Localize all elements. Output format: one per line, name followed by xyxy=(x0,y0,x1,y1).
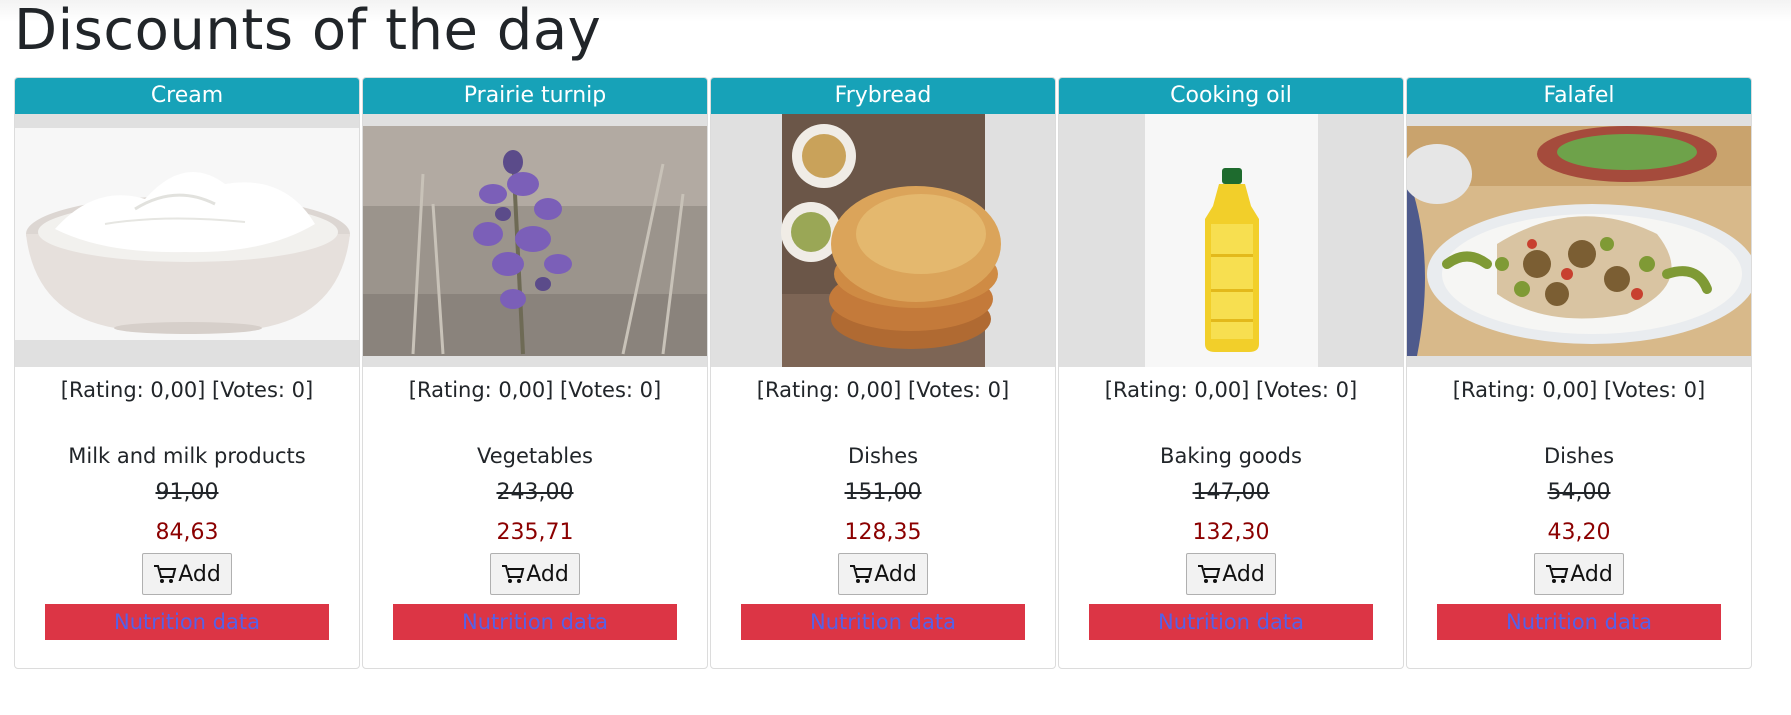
add-to-cart-button[interactable]: Add xyxy=(1534,553,1624,595)
rating-votes: [Rating: 0,00] [Votes: 0] xyxy=(1104,378,1358,402)
product-card-prairie-turnip: Prairie turnip [Rating: 0,00] [Votes: 0]… xyxy=(362,77,708,669)
add-to-cart-button[interactable]: Add xyxy=(142,553,232,595)
add-button-label: Add xyxy=(1570,561,1613,587)
discount-price: 235,71 xyxy=(496,520,574,545)
card-body: [Rating: 0,00] [Votes: 0] Milk and milk … xyxy=(15,367,359,668)
original-price: 151,00 xyxy=(844,480,922,505)
category: Dishes xyxy=(847,444,919,468)
add-to-cart-button[interactable]: Add xyxy=(1186,553,1276,595)
rating-votes: [Rating: 0,00] [Votes: 0] xyxy=(756,378,1010,402)
category: Dishes xyxy=(1543,444,1615,468)
discount-price: 128,35 xyxy=(844,520,922,545)
product-name: Cooking oil xyxy=(1059,78,1403,114)
product-image-cooking-oil xyxy=(1059,114,1403,367)
add-button-label: Add xyxy=(874,561,917,587)
product-card-falafel: Falafel [Rating: 0,00] [Votes: 0] Dishes… xyxy=(1406,77,1752,669)
nutrition-data-button[interactable]: Nutrition data xyxy=(393,604,677,640)
nutrition-data-button[interactable]: Nutrition data xyxy=(1089,604,1373,640)
rating-votes: [Rating: 0,00] [Votes: 0] xyxy=(408,378,662,402)
nutrition-data-button[interactable]: Nutrition data xyxy=(45,604,329,640)
add-to-cart-button[interactable]: Add xyxy=(838,553,928,595)
page-title: Discounts of the day xyxy=(14,0,602,63)
original-price: 243,00 xyxy=(496,480,574,505)
original-price: 91,00 xyxy=(155,480,219,505)
nutrition-data-button[interactable]: Nutrition data xyxy=(1437,604,1721,640)
product-image-prairie-turnip xyxy=(363,114,707,367)
discount-price: 84,63 xyxy=(155,520,219,545)
add-to-cart-button[interactable]: Add xyxy=(490,553,580,595)
product-name: Cream xyxy=(15,78,359,114)
original-price: 54,00 xyxy=(1547,480,1611,505)
rating-votes: [Rating: 0,00] [Votes: 0] xyxy=(1452,378,1706,402)
card-body: [Rating: 0,00] [Votes: 0] Vegetables 243… xyxy=(363,367,707,668)
product-card-frybread: Frybread [Rating: 0,00] [Votes: 0] Dishe… xyxy=(710,77,1056,669)
product-card-cream: Cream [Rating: 0,00] [Votes: 0] Milk and… xyxy=(14,77,360,669)
category: Vegetables xyxy=(476,444,594,468)
rating-votes: [Rating: 0,00] [Votes: 0] xyxy=(60,378,314,402)
discount-price: 43,20 xyxy=(1547,520,1611,545)
add-button-label: Add xyxy=(178,561,221,587)
card-body: [Rating: 0,00] [Votes: 0] Dishes 54,00 4… xyxy=(1407,367,1751,668)
cart-icon xyxy=(154,565,177,583)
cart-icon xyxy=(850,565,873,583)
original-price: 147,00 xyxy=(1192,480,1270,505)
cart-icon xyxy=(502,565,525,583)
product-name: Frybread xyxy=(711,78,1055,114)
product-card-cooking-oil: Cooking oil [Rating: 0,00] [Votes: 0] Ba… xyxy=(1058,77,1404,669)
product-image-cream xyxy=(15,114,359,367)
nutrition-data-button[interactable]: Nutrition data xyxy=(741,604,1025,640)
cart-icon xyxy=(1198,565,1221,583)
category: Milk and milk products xyxy=(68,444,306,468)
card-body: [Rating: 0,00] [Votes: 0] Dishes 151,00 … xyxy=(711,367,1055,668)
cart-icon xyxy=(1546,565,1569,583)
add-button-label: Add xyxy=(526,561,569,587)
product-name: Falafel xyxy=(1407,78,1751,114)
product-cards: Cream [Rating: 0,00] [Votes: 0] Milk and… xyxy=(14,77,1752,669)
discount-price: 132,30 xyxy=(1192,520,1270,545)
product-image-falafel xyxy=(1407,114,1751,367)
product-image-frybread xyxy=(711,114,1055,367)
add-button-label: Add xyxy=(1222,561,1265,587)
card-body: [Rating: 0,00] [Votes: 0] Baking goods 1… xyxy=(1059,367,1403,668)
product-name: Prairie turnip xyxy=(363,78,707,114)
category: Baking goods xyxy=(1160,444,1302,468)
